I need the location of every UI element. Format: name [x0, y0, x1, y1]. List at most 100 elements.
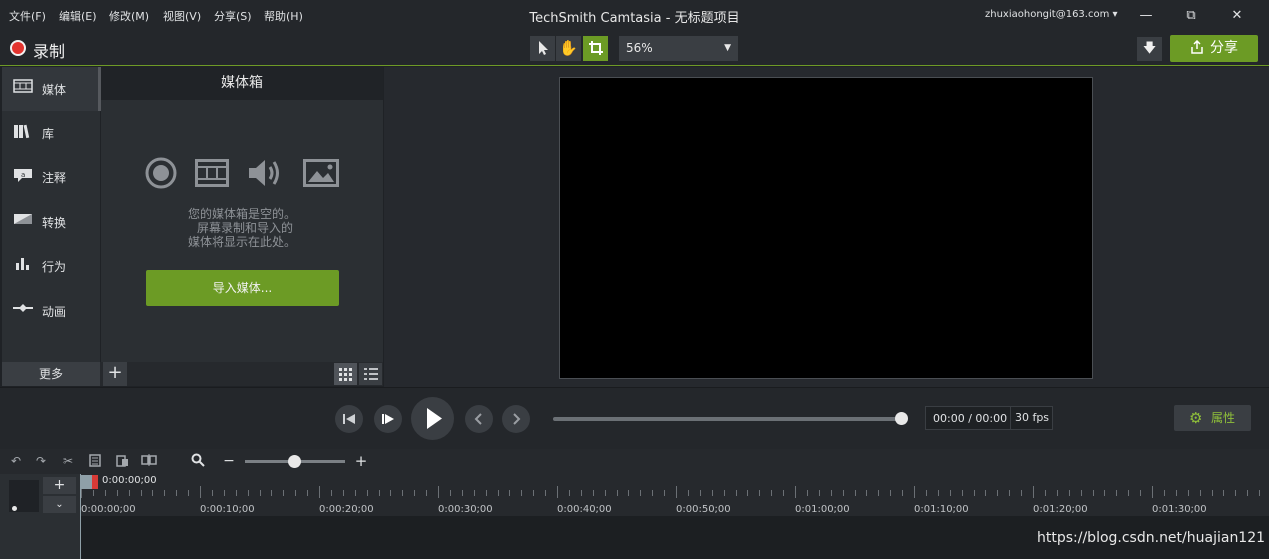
scrub-bar[interactable] — [553, 417, 903, 421]
share-button[interactable]: 分享 — [1170, 35, 1258, 62]
add-button[interactable]: + — [103, 362, 127, 386]
ruler-tick — [1223, 490, 1225, 496]
record-icon[interactable] — [10, 40, 26, 56]
ruler-tick — [652, 490, 654, 496]
pointer-tool-icon[interactable] — [530, 36, 555, 61]
more-button[interactable]: 更多 — [2, 362, 100, 386]
ruler-tick — [842, 490, 844, 496]
ruler-tick — [307, 490, 309, 496]
timeline-zoom-handle[interactable] — [288, 455, 301, 468]
audio-media-icon — [247, 157, 283, 193]
tab-library[interactable]: 库 — [2, 111, 100, 155]
scrub-handle[interactable] — [895, 412, 908, 425]
ruler-tick — [866, 490, 868, 496]
paste-icon[interactable] — [113, 453, 131, 470]
play-icon[interactable] — [411, 397, 454, 440]
watermark: https://blog.csdn.net/huajian121 — [1037, 530, 1266, 546]
film-icon — [12, 79, 34, 97]
ruler-tick — [961, 490, 963, 496]
search-icon[interactable] — [189, 453, 207, 470]
chevron-down-icon[interactable]: ⌄ — [43, 496, 76, 513]
grid-view-icon[interactable] — [334, 363, 357, 385]
tab-annotations[interactable]: a 注释 — [2, 155, 100, 199]
ruler-tick — [211, 490, 213, 496]
timecode-display: 00:00 / 00:00 30 fps — [925, 406, 1053, 430]
next-marker-icon[interactable] — [502, 405, 530, 433]
timeline-toolbar: ↶ ↷ ✂ − + — [0, 449, 1269, 474]
account-menu[interactable]: zhuxiaohongit@163.com ▾ — [985, 9, 1118, 20]
preview-canvas[interactable] — [559, 77, 1093, 379]
ruler-tick — [259, 490, 261, 496]
undo-icon[interactable]: ↶ — [7, 453, 25, 470]
ruler-tick — [878, 490, 880, 496]
ruler-tick — [116, 490, 118, 496]
tab-transitions[interactable]: 转换 — [2, 200, 100, 244]
close-icon[interactable]: ✕ — [1226, 6, 1248, 26]
ruler-tick — [188, 490, 190, 496]
ruler-tick-label: 0:00:20;00 — [319, 504, 374, 515]
video-media-icon — [195, 157, 229, 191]
import-media-button[interactable]: 导入媒体... — [146, 270, 339, 306]
tab-animations[interactable]: 动画 — [2, 289, 100, 333]
hand-tool-icon[interactable]: ✋ — [556, 36, 581, 61]
ruler-tick — [104, 490, 106, 496]
ruler-tick — [795, 486, 796, 498]
download-icon[interactable]: 🡇 — [1137, 37, 1162, 61]
ruler-tick — [283, 490, 285, 496]
zoom-dropdown[interactable]: 56% ▼ — [619, 36, 738, 61]
ruler-tick — [937, 490, 939, 496]
ruler-tick — [354, 490, 356, 496]
tab-transitions-label: 转换 — [42, 216, 67, 230]
ruler-tick — [92, 490, 94, 496]
list-view-icon[interactable] — [359, 363, 382, 385]
ruler-tick — [771, 490, 773, 496]
panel-footer: 更多 + — [2, 362, 383, 386]
tab-library-label: 库 — [42, 127, 55, 141]
ruler-tick — [521, 490, 523, 496]
tab-behaviors[interactable]: 行为 — [2, 244, 100, 288]
track-controls: + ⌄ — [0, 474, 80, 559]
ruler-tick — [402, 490, 404, 496]
ruler-tick — [1104, 490, 1106, 496]
playhead-handle[interactable] — [80, 475, 92, 489]
main-toolbar: 录制 ✋ 56% ▼ 🡇 分享 — [0, 32, 1269, 66]
record-button[interactable]: 录制 — [33, 38, 65, 62]
zoom-in-icon[interactable]: + — [352, 453, 370, 470]
properties-label: 属性 — [1211, 411, 1236, 425]
ruler-tick — [1044, 490, 1046, 496]
redo-icon[interactable]: ↷ — [32, 453, 50, 470]
ruler-tick — [378, 490, 380, 496]
ruler-tick — [604, 490, 606, 496]
ruler-tick — [1140, 490, 1142, 496]
cut-icon[interactable]: ✂ — [59, 453, 77, 470]
ruler-tick — [592, 490, 594, 496]
ruler-tick — [890, 490, 892, 496]
track-height-slider[interactable] — [9, 480, 39, 512]
zoom-out-icon[interactable]: − — [220, 453, 238, 470]
playhead-out-marker[interactable] — [92, 475, 98, 489]
behavior-icon — [12, 256, 34, 274]
tools-panel: 媒体 库 a 注释 转换 行为 动画 — [2, 67, 101, 362]
add-track-icon[interactable]: + — [43, 477, 76, 494]
restore-icon[interactable]: ⧉ — [1180, 6, 1202, 26]
step-forward-icon[interactable] — [374, 405, 402, 433]
minimize-icon[interactable]: — — [1135, 6, 1157, 26]
ruler-tick-label: 0:00:10;00 — [200, 504, 255, 515]
ruler-tick — [235, 490, 237, 496]
ruler-tick — [176, 490, 178, 496]
animation-icon — [12, 301, 34, 319]
ruler-tick — [687, 490, 689, 496]
split-icon[interactable] — [140, 453, 158, 470]
ruler-tick — [854, 490, 856, 496]
ruler-tick — [545, 490, 547, 496]
crop-tool-icon[interactable] — [583, 36, 608, 61]
time-ruler[interactable]: 0:00:00;00 0:00:10;00 0:00:20;00 0:00:30;00… — [80, 474, 1269, 516]
copy-icon[interactable] — [86, 453, 104, 470]
properties-button[interactable]: ⚙ 属性 — [1174, 405, 1251, 431]
ruler-tick — [473, 490, 475, 496]
step-back-icon[interactable] — [335, 405, 363, 433]
tab-media[interactable]: 媒体 — [2, 67, 101, 111]
ruler-tick — [830, 490, 832, 496]
previous-marker-icon[interactable] — [465, 405, 493, 433]
timeline: + ⌄ 0:00:00;00 0:00:10;00 0:00:20;00 0:00:3… — [0, 474, 1269, 559]
